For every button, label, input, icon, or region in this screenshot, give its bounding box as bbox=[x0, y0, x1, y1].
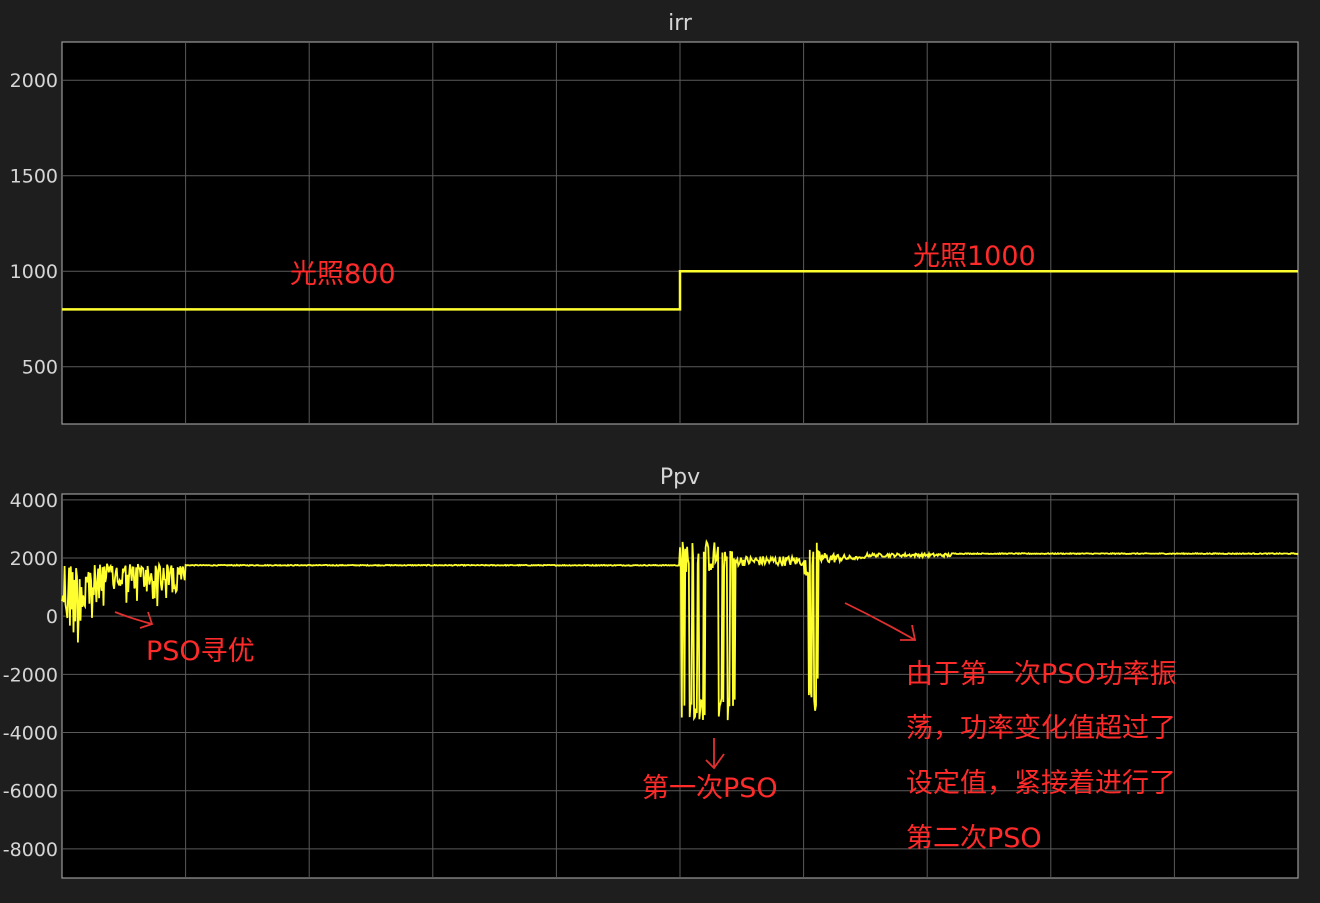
ppv-ytick-label: 0 bbox=[46, 606, 58, 628]
irr-ytick-label: 500 bbox=[22, 357, 58, 379]
ppv-ytick-label: -8000 bbox=[3, 839, 58, 861]
annotation-first-pso: 第一次PSO bbox=[642, 773, 778, 804]
ppv-y-axis: 4000 2000 0 -2000 -4000 -6000 -8000 bbox=[3, 490, 58, 861]
scope-figure: irr 500 1000 1500 2000 光照800 光照1000 Ppv 400… bbox=[3, 11, 1299, 879]
annotation-second-pso-line-4: 第二次PSO bbox=[906, 823, 1042, 854]
irr-ytick-label: 1500 bbox=[10, 166, 58, 188]
annotation-second-pso-line-1: 由于第一次PSO功率振 bbox=[906, 659, 1177, 690]
ppv-ytick-label: 4000 bbox=[10, 490, 58, 512]
irr-ytick-label: 1000 bbox=[10, 261, 58, 283]
annotation-irr-800: 光照800 bbox=[290, 259, 396, 290]
irr-ytick-label: 2000 bbox=[10, 70, 58, 92]
ppv-ytick-label: 2000 bbox=[10, 548, 58, 570]
irr-y-axis: 500 1000 1500 2000 bbox=[10, 70, 58, 379]
annotation-second-pso-line-2: 荡，功率变化值超过了 bbox=[906, 713, 1176, 744]
irr-title: irr bbox=[668, 11, 693, 36]
ppv-ytick-label: -6000 bbox=[3, 781, 58, 803]
ppv-ytick-label: -4000 bbox=[3, 723, 58, 745]
annotation-pso-search: PSO寻优 bbox=[146, 636, 255, 667]
annotation-irr-1000: 光照1000 bbox=[913, 241, 1036, 272]
ppv-ytick-label: -2000 bbox=[3, 664, 58, 686]
annotation-second-pso-line-3: 设定值，紧接着进行了 bbox=[906, 768, 1176, 799]
ppv-title: Ppv bbox=[660, 465, 700, 490]
